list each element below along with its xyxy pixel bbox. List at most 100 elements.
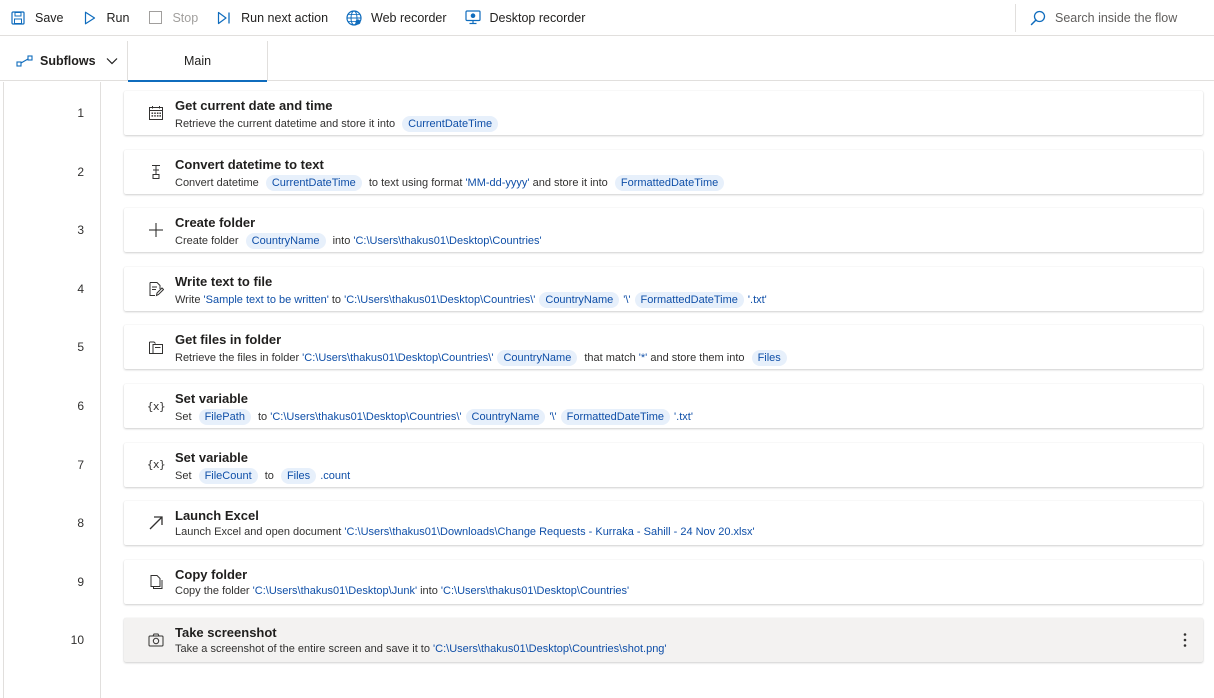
description-text: Set <box>175 469 195 482</box>
monitor-icon <box>464 10 481 26</box>
plus-icon <box>148 222 164 238</box>
variable-token[interactable]: CountryName <box>465 409 546 425</box>
save-icon <box>10 10 26 26</box>
stop-label: Stop <box>172 10 199 25</box>
action-row[interactable]: Create folder Create folder CountryName i… <box>124 208 1203 253</box>
action-description: Create folder CountryName into 'C:\Users… <box>175 233 542 250</box>
description-text: Retrieve the files in folder <box>175 352 303 365</box>
line-number: 6 <box>77 399 84 413</box>
save-button[interactable]: Save <box>0 0 72 36</box>
action-title: Create folder <box>175 215 256 231</box>
description-text: to <box>261 469 277 482</box>
variable-token[interactable]: CountryName <box>245 233 326 250</box>
variable-token[interactable]: CurrentDateTime <box>265 174 362 191</box>
tab-main-label: Main <box>183 54 212 68</box>
action-title: Write text to file <box>175 273 273 289</box>
action-row[interactable]: {x} Set variable Set FilePath to 'C:\Users… <box>124 384 1203 428</box>
action-description: Take a screenshot of the entire screen a… <box>175 643 667 655</box>
description-text: Launch Excel and open document <box>175 526 345 539</box>
line-number: 10 <box>70 633 84 648</box>
subflows-dropdown[interactable]: Subflows <box>0 41 128 81</box>
literal-value: '.txt' <box>674 411 693 423</box>
description-text: and store it into <box>529 176 611 189</box>
action-description: Retrieve the current datetime and store … <box>175 116 502 132</box>
action-description: Convert datetime CurrentDateTime to text… <box>175 174 728 191</box>
action-row[interactable]: Write text to file Write 'Sample text to … <box>124 266 1203 311</box>
variable-token[interactable]: FilePath <box>198 409 251 425</box>
search-input[interactable]: Search inside the flow <box>1030 0 1177 36</box>
literal-value: 'C:\Users\thakus01\Desktop\Countries\' <box>302 352 494 365</box>
copy-icon <box>148 574 164 590</box>
variable-token[interactable]: CountryName <box>497 350 578 367</box>
variable-token[interactable]: Files <box>751 350 787 367</box>
line-number: 8 <box>77 516 84 531</box>
action-description: Set FileCount to Files .count <box>175 467 351 484</box>
step-icon <box>216 10 232 26</box>
camera-icon <box>148 632 164 648</box>
literal-value: 'C:\Users\thakus01\Desktop\Countries\sho… <box>433 643 667 656</box>
line-number: 5 <box>77 340 84 355</box>
variable-token[interactable]: FormattedDateTime <box>614 174 725 191</box>
literal-value: 'MM-dd-yyyy' <box>465 176 530 189</box>
toolbar-divider <box>1015 4 1016 32</box>
line-number: 2 <box>77 164 84 179</box>
more-options-icon[interactable] <box>1177 630 1193 650</box>
line-number: 7 <box>77 457 84 472</box>
description-text: Convert datetime <box>175 176 262 189</box>
stop-icon <box>147 10 163 26</box>
variable-icon: {x} <box>146 458 166 472</box>
calendar-icon <box>148 105 164 121</box>
variable-token[interactable]: CurrentDateTime <box>402 116 499 132</box>
action-row[interactable]: Launch Excel Launch Excel and open docume… <box>124 501 1203 546</box>
run-label: Run <box>106 10 130 25</box>
line-number: 3 <box>77 223 84 238</box>
variable-token[interactable]: FormattedDateTime <box>560 409 671 425</box>
variable-token[interactable]: Files <box>280 467 317 484</box>
write-file-icon <box>148 281 164 297</box>
variable-token[interactable]: CountryName <box>539 291 620 308</box>
action-title: Launch Excel <box>175 508 259 524</box>
variable-token[interactable]: FileCount <box>198 467 258 484</box>
action-row[interactable]: Get current date and time Retrieve the cu… <box>124 91 1203 135</box>
variable-icon: {x} <box>146 399 166 413</box>
literal-value: .count <box>320 469 351 482</box>
search-icon <box>1030 10 1046 26</box>
run-next-action-button[interactable]: Run next action <box>206 0 336 36</box>
desktop-recorder-button[interactable]: Desktop recorder <box>455 0 594 36</box>
variable-token[interactable]: FormattedDateTime <box>634 291 744 308</box>
action-row[interactable]: Copy folder Copy the folder 'C:\Users\tha… <box>124 559 1203 604</box>
action-row[interactable]: Take screenshot Take a screenshot of the … <box>124 618 1203 663</box>
description-text: to <box>328 293 345 306</box>
description-text: and store them into <box>647 352 748 365</box>
action-row[interactable]: Convert datetime to text Convert datetime… <box>124 149 1203 194</box>
description-text: Take a screenshot of the entire screen a… <box>175 643 434 656</box>
description-text: into <box>417 584 441 597</box>
run-button[interactable]: Run <box>72 0 138 36</box>
literal-value: '\' <box>549 411 557 423</box>
literal-value: 'Sample text to be written' <box>203 293 329 306</box>
files-icon <box>148 339 164 355</box>
stop-button[interactable]: Stop <box>137 0 206 36</box>
literal-value: 'C:\Users\thakus01\Desktop\Junk' <box>252 584 418 597</box>
literal-value: 'C:\Users\thakus01\Desktop\Countries\' <box>344 293 536 306</box>
action-description: Copy the folder 'C:\Users\thakus01\Deskt… <box>175 585 629 597</box>
description-text: Create folder <box>175 235 242 248</box>
web-recorder-label: Web recorder <box>371 10 447 25</box>
action-title: Take screenshot <box>175 625 277 641</box>
subflows-label: Subflows <box>40 54 96 68</box>
description-text: Copy the folder <box>175 584 253 597</box>
action-title: Set variable <box>175 391 248 406</box>
web-recorder-button[interactable]: Web recorder <box>336 0 455 36</box>
description-text: Write <box>175 293 204 306</box>
literal-value: '.txt' <box>747 293 767 306</box>
description-text: that match <box>581 352 639 365</box>
action-row[interactable]: {x} Set variable Set FileCount to Files .co… <box>124 442 1203 487</box>
action-description: Set FilePath to 'C:\Users\thakus01\Deskt… <box>175 409 693 425</box>
description-text: into <box>329 235 354 248</box>
description-text: to <box>254 411 271 423</box>
tab-main[interactable]: Main <box>128 41 268 82</box>
literal-value: 'C:\Users\thakus01\Desktop\Countries' <box>440 584 630 597</box>
subflow-icon <box>16 54 34 68</box>
action-row[interactable]: Get files in folder Retrieve the files in… <box>124 325 1203 370</box>
play-icon <box>82 10 98 26</box>
